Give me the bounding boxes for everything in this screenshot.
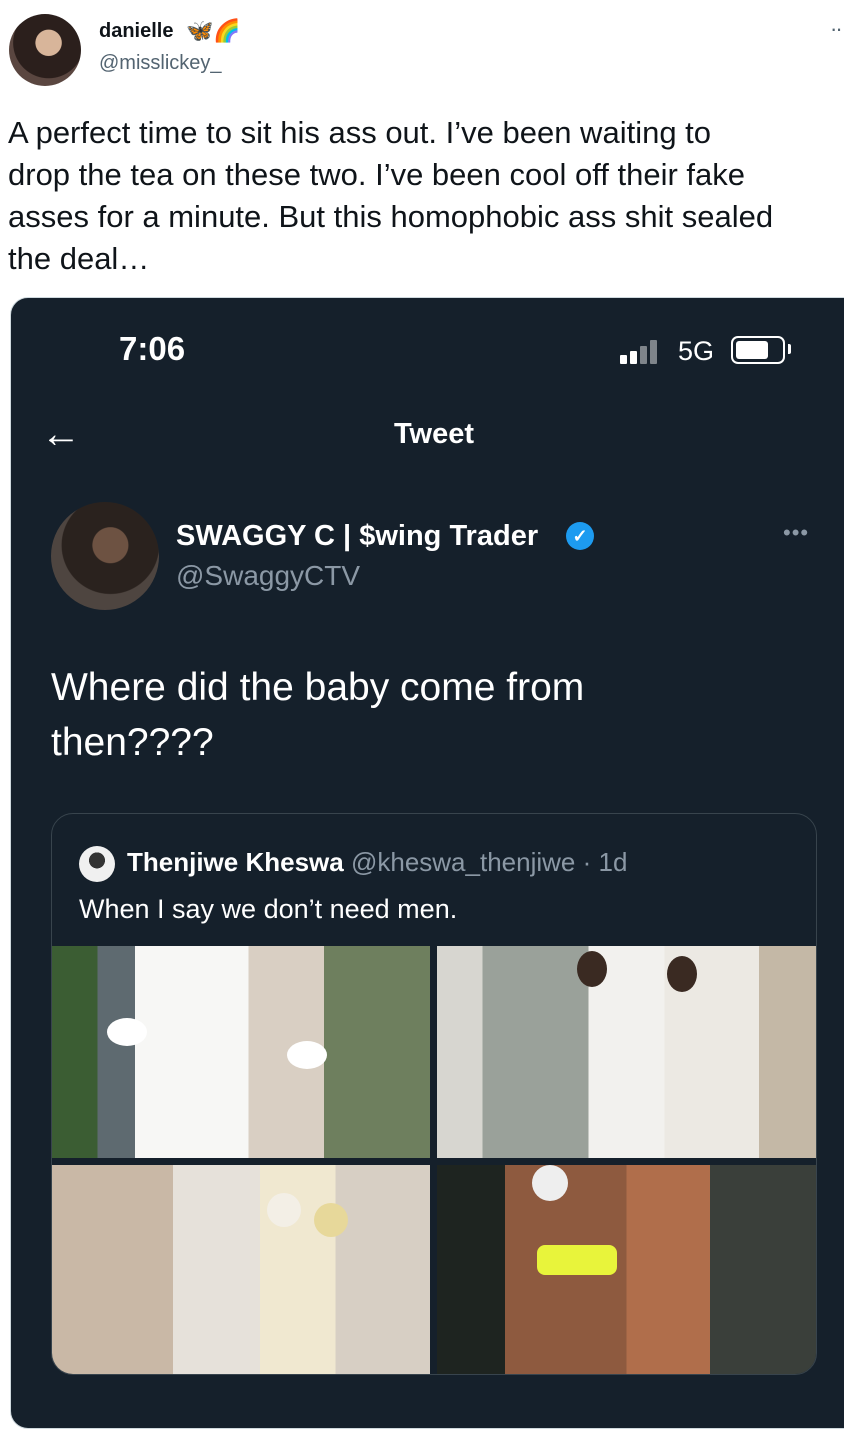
photo-wedding[interactable] (52, 946, 430, 1158)
embedded-name[interactable]: Thenjiwe Kheswa (127, 847, 344, 877)
quoted-name[interactable]: SWAGGY C | $wing Trader (176, 520, 538, 553)
signal-icon (620, 338, 665, 364)
quoted-text-line: then???? (51, 721, 214, 764)
tweet-line: asses for a minute. But this homophobic … (8, 199, 774, 234)
embedded-handle[interactable]: @kheswa_thenjiwe (351, 847, 575, 877)
battery-icon (731, 336, 785, 364)
quoted-text-line: Where did the baby come from (51, 666, 585, 709)
tweet-text: A perfect time to sit his ass out. I’ve … (8, 112, 844, 280)
network-label: 5G (678, 336, 715, 366)
quoted-handle[interactable]: @SwaggyCTV (176, 560, 360, 592)
author-handle[interactable]: @misslickey_ (99, 52, 222, 75)
author-avatar[interactable] (9, 14, 81, 86)
embedded-tweet-card[interactable]: Thenjiwe Kheswa @kheswa_thenjiwe · 1d Wh… (51, 813, 817, 1375)
author-name[interactable]: danielle (99, 20, 173, 43)
butterfly-rainbow-emoji: 🦋🌈 (186, 18, 241, 43)
battery-tip-icon (788, 344, 791, 354)
status-time: 7:06 (119, 330, 186, 367)
photo-waterfall[interactable] (437, 1165, 816, 1374)
quoted-more-icon[interactable]: ••• (783, 520, 809, 546)
tweet-line: drop the tea on these two. I’ve been coo… (8, 157, 746, 192)
attached-screenshot[interactable]: 7:06 5G ← Tweet SWAGGY C | $wing Trader … (10, 297, 844, 1429)
embedded-meta: Thenjiwe Kheswa @kheswa_thenjiwe · 1d (127, 847, 627, 878)
quoted-text: Where did the baby come from then???? (51, 660, 584, 770)
photo-pregnancy[interactable] (437, 946, 816, 1158)
embedded-text: When I say we don’t need men. (79, 894, 458, 924)
verified-badge-icon: ✓ (566, 522, 594, 550)
more-options-icon[interactable]: ·· (830, 16, 843, 42)
tweet-line: A perfect time to sit his ass out. I’ve … (8, 115, 712, 150)
tweet-line: the deal… (8, 241, 150, 276)
nav-title: Tweet (393, 418, 475, 450)
embedded-time: · 1d (582, 847, 628, 877)
back-arrow-icon[interactable]: ← (41, 412, 81, 457)
embedded-avatar[interactable] (79, 846, 115, 882)
photo-family[interactable] (52, 1165, 430, 1374)
quoted-avatar[interactable] (51, 502, 159, 610)
